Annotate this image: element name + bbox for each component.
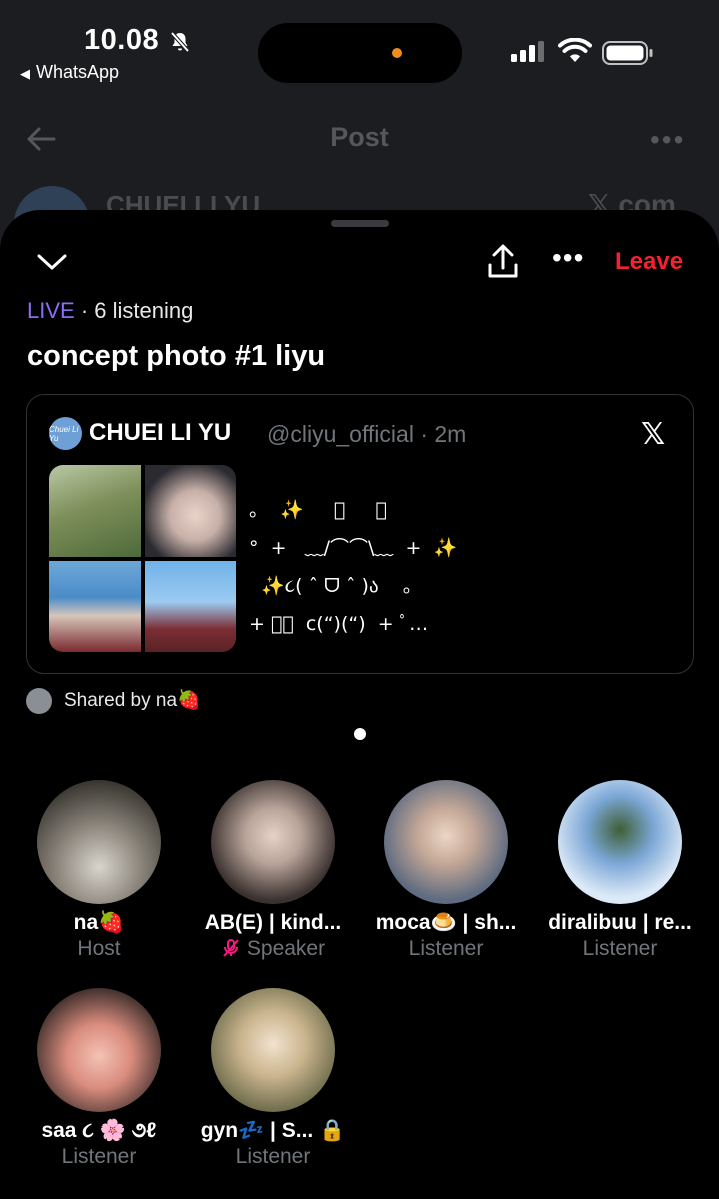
cellular-signal-icon <box>511 41 544 62</box>
pinned-post-card[interactable]: Chuei Li Yu CHUEI LI YU @cliyu_official … <box>26 394 694 674</box>
post-author-avatar[interactable]: Chuei Li Yu <box>49 417 82 450</box>
sharer-avatar <box>26 688 52 714</box>
listening-count: · 6 listening <box>74 298 194 323</box>
participant[interactable]: na🍓 Host <box>14 780 184 961</box>
participant-name: gyn💤 | S... 🔒 <box>200 1119 346 1142</box>
participant-role: Listener <box>408 937 484 960</box>
participant-role: Speaker <box>246 937 326 960</box>
post-photo[interactable] <box>144 465 236 557</box>
participant-role-row: Speaker <box>188 937 358 961</box>
participant-avatar[interactable] <box>558 780 682 904</box>
bell-muted-icon <box>170 31 190 53</box>
live-status: LIVE · 6 listening <box>27 298 193 324</box>
post-photo[interactable] <box>49 465 141 557</box>
participant-name: saa ૮ 🌸 ૭ℓ <box>41 1119 157 1142</box>
participant-name: AB(E) | kind... <box>204 911 342 934</box>
shared-by-label: Shared by na🍓 <box>26 688 201 714</box>
post-author-name[interactable]: CHUEI LI YU <box>89 419 231 447</box>
status-bar: 10.08 ◀ WhatsApp <box>0 0 719 100</box>
background-more-icon[interactable]: ••• <box>650 124 685 156</box>
participant-avatar[interactable] <box>384 780 508 904</box>
post-photo[interactable] <box>49 560 141 652</box>
x-logo-icon[interactable]: 𝕏 <box>641 417 665 452</box>
participant-avatar[interactable] <box>211 780 335 904</box>
participant-role: Listener <box>235 1145 311 1168</box>
space-title: concept photo #1 liyu <box>27 340 326 372</box>
more-options-icon[interactable]: ••• <box>552 242 584 274</box>
background-page-title: Post <box>330 122 389 152</box>
participant-name: na🍓 <box>73 911 125 934</box>
muted-mic-icon <box>223 939 239 957</box>
participant-avatar[interactable] <box>37 780 161 904</box>
post-kaomoji-text: 。 ✨ ﾟ ﾟ ° + ﹏/⌒⌒\﹏ + ✨ ✨૮( ˆ ᗜ ˆ )ა 。 + … <box>249 499 458 635</box>
participant[interactable]: moca🍮 | sh... Listener <box>361 780 531 961</box>
participant[interactable]: saa ૮ 🌸 ૭ℓ Listener <box>14 988 184 1169</box>
back-app-label: WhatsApp <box>36 62 120 82</box>
participant-name: moca🍮 | sh... <box>375 911 517 934</box>
participant-avatar[interactable] <box>211 988 335 1112</box>
page-indicator-dot <box>354 728 366 740</box>
battery-icon <box>602 41 653 65</box>
participant-role: Host <box>77 937 121 960</box>
back-to-app-link[interactable]: ◀ WhatsApp <box>20 62 119 83</box>
dynamic-island <box>258 23 462 83</box>
post-photo-grid[interactable] <box>49 465 236 652</box>
chevron-down-icon[interactable] <box>36 250 68 274</box>
participant-avatar[interactable] <box>37 988 161 1112</box>
post-photo[interactable] <box>144 560 236 652</box>
back-triangle-icon: ◀ <box>20 66 30 81</box>
sheet-grabber[interactable] <box>331 220 389 227</box>
post-author-handle: @cliyu_official · 2m <box>267 421 467 447</box>
participant-role: Listener <box>61 1145 137 1168</box>
participant[interactable]: gyn💤 | S... 🔒 Listener <box>188 988 358 1169</box>
status-time: 10.08 <box>84 24 160 56</box>
wifi-icon <box>558 38 592 62</box>
background-post-header: Post ••• CHUEI LI YU 𝕏.com <box>0 100 719 262</box>
share-icon[interactable] <box>486 244 520 280</box>
leave-button[interactable]: Leave <box>615 248 683 276</box>
participant-name: diralibuu | re... <box>548 911 692 934</box>
space-sheet: ••• Leave LIVE · 6 listening concept pho… <box>0 210 719 1199</box>
mic-in-use-dot <box>392 48 402 58</box>
participant-role: Listener <box>582 937 658 960</box>
participant[interactable]: AB(E) | kind... Speaker <box>188 780 358 961</box>
shared-by-text: Shared by na🍓 <box>64 690 201 712</box>
live-badge: LIVE <box>27 298 75 323</box>
participant[interactable]: diralibuu | re... Listener <box>535 780 705 961</box>
